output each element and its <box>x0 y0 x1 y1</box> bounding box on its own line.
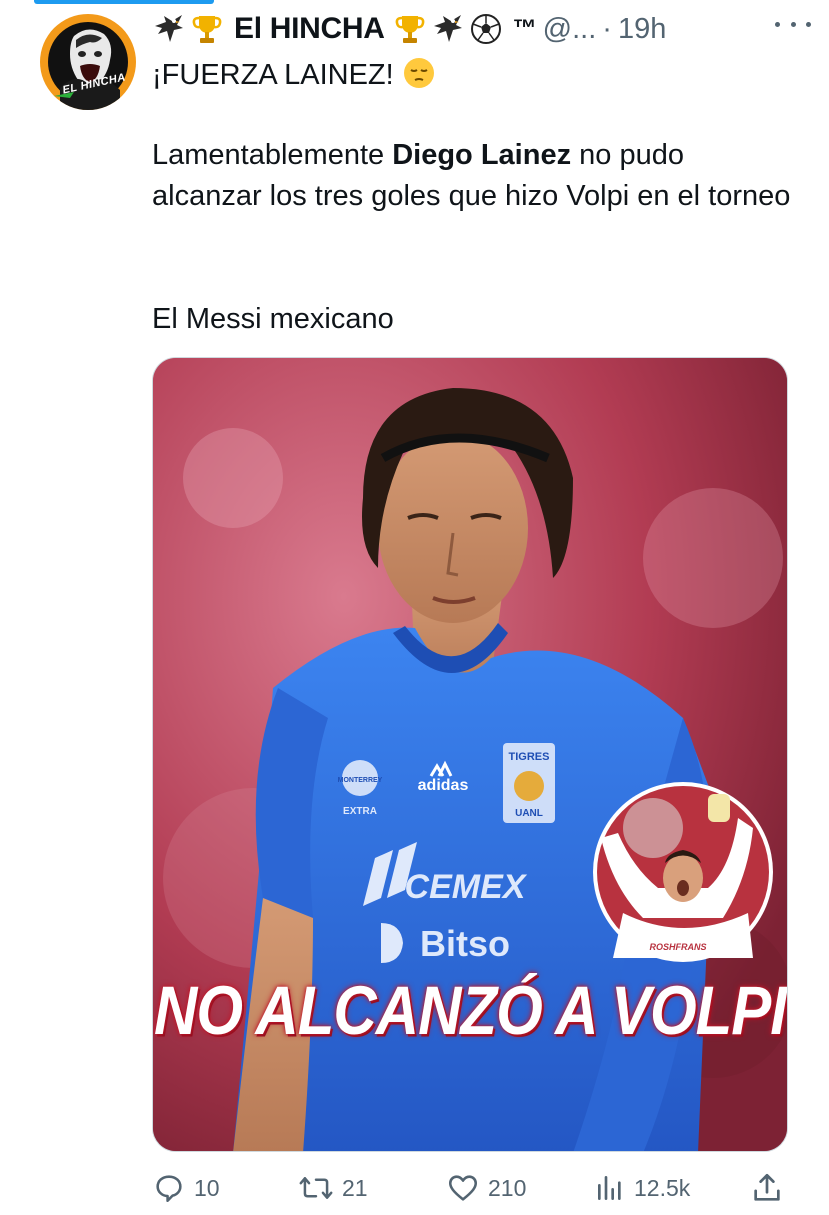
timestamp[interactable]: 19h <box>618 13 666 46</box>
jersey-sponsor2-label: Bitso <box>420 923 510 964</box>
retweet-count: 21 <box>342 1174 368 1201</box>
eagle-icon <box>152 12 186 46</box>
views-chart-icon <box>598 1176 621 1200</box>
jersey-badge-label: MONTERREY <box>338 777 383 784</box>
display-name[interactable]: El HINCHA <box>234 12 385 46</box>
more-options-icon[interactable] <box>775 14 811 34</box>
tweet-text-prefix: Lamentablemente <box>152 139 393 171</box>
inset-sponsor-label: ROSHFRANS <box>649 942 706 952</box>
like-button[interactable]: 210 <box>446 1166 526 1210</box>
reply-icon <box>156 1175 182 1203</box>
tweet[interactable]: EL HINCHA El HINCHA ™ @... · 19h ¡FUERZA… <box>0 0 829 1215</box>
jersey-sponsor-label: CEMEX <box>405 868 528 906</box>
jersey-brand-label: adidas <box>418 777 469 794</box>
tweet-text-paragraph: Lamentablemente Diego Lainez no pudo alc… <box>152 135 792 217</box>
tweet-action-bar: 10 21 210 12.5k <box>152 1166 792 1210</box>
views-count: 12.5k <box>634 1174 691 1201</box>
views-button[interactable]: 12.5k <box>594 1166 690 1210</box>
tweet-header: El HINCHA ™ @... · 19h <box>152 8 812 50</box>
eagle-icon <box>431 12 465 46</box>
jersey-club-sub-label: UANL <box>515 808 543 819</box>
heart-icon <box>448 1175 478 1201</box>
tweet-text-tagline: El Messi mexicano <box>152 303 394 335</box>
trophy-icon <box>393 12 427 46</box>
media-caption: NO ALCANZÓ A VOLPI <box>154 971 787 1050</box>
screaming-face-icon <box>54 29 120 110</box>
trademark-symbol: ™ <box>512 15 537 42</box>
tweet-text-line1: ¡FUERZA LAINEZ! <box>152 55 792 102</box>
tweet-text-bold-name: Diego Lainez <box>392 139 572 171</box>
retweet-icon <box>299 1177 333 1199</box>
share-button[interactable] <box>750 1166 792 1210</box>
tweet-media-image[interactable]: TIGRES UANL adidas MONTERREY EXTRA CEMEX… <box>152 357 788 1152</box>
jersey-club-label: TIGRES <box>509 751 550 763</box>
reply-count: 10 <box>194 1174 220 1201</box>
like-count: 210 <box>488 1174 527 1201</box>
pensive-face-icon <box>402 56 436 102</box>
reply-button[interactable]: 10 <box>152 1166 220 1210</box>
tweet-headline: ¡FUERZA LAINEZ! <box>152 59 402 91</box>
avatar[interactable]: EL HINCHA <box>40 14 136 110</box>
separator-dot: · <box>602 12 612 45</box>
soccer-ball-icon <box>469 12 503 46</box>
retweet-button[interactable]: 21 <box>298 1166 368 1210</box>
trophy-icon <box>190 12 224 46</box>
account-handle[interactable]: @... <box>543 13 597 46</box>
share-icon <box>754 1173 780 1201</box>
jersey-badge-sub-label: EXTRA <box>343 806 377 817</box>
